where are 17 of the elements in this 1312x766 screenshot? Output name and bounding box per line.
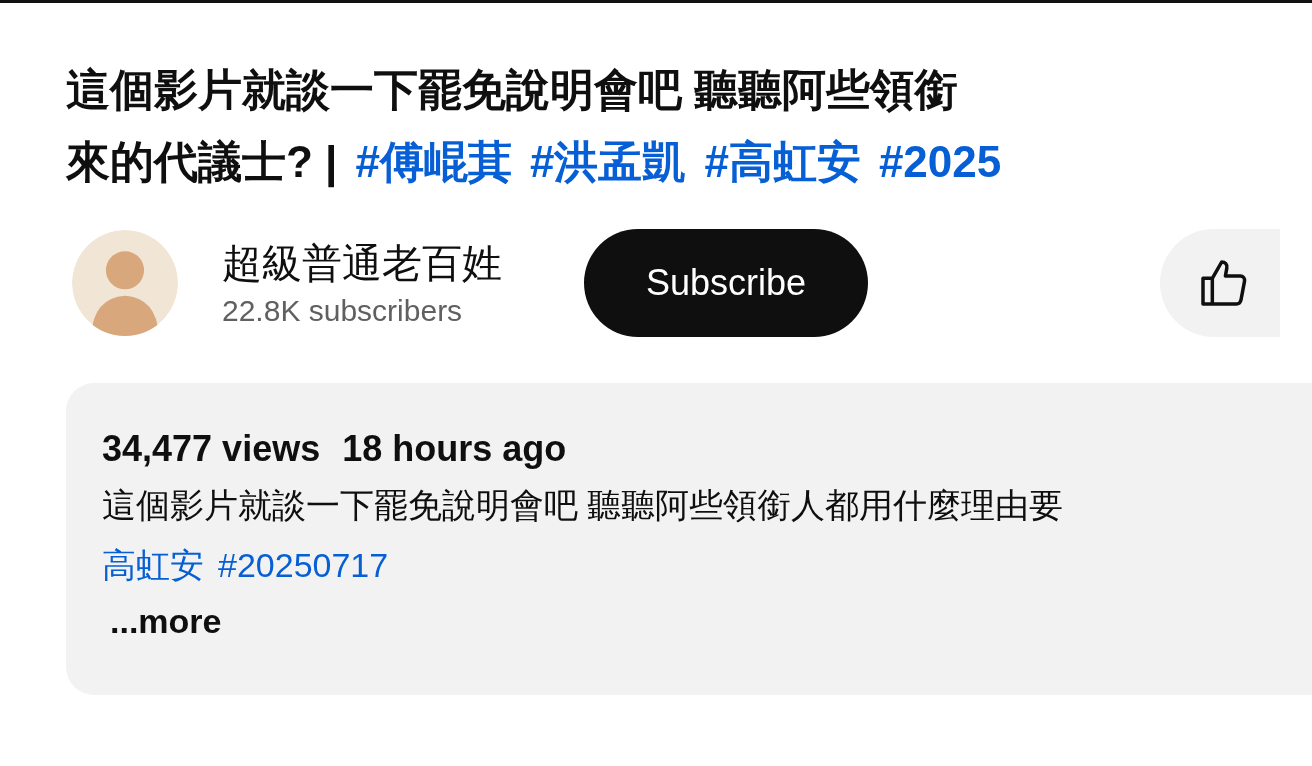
subscribe-button[interactable]: Subscribe — [584, 229, 868, 337]
hashtag-link[interactable]: #2025 — [878, 121, 1002, 203]
description-panel[interactable]: 34,477 views 18 hours ago 這個影片就談一下罷免說明會吧 聽聽阿些領銜人都用什麼理由要 高虹安 #20250717 ...more — [66, 383, 1312, 695]
hashtag-link[interactable]: #20250717 — [218, 535, 389, 595]
view-stat: 18 hours ago — [342, 427, 567, 471]
view-stat: 34,477 views — [102, 427, 321, 471]
hashtag-link[interactable]: #洪孟凱 — [529, 121, 687, 203]
hashtag-link[interactable]: #高虹安 — [704, 121, 861, 203]
hashtag-link[interactable]: #傅崐萁 — [355, 121, 512, 203]
like-button[interactable] — [1160, 229, 1280, 337]
hashtag-link[interactable]: 高虹安 — [102, 535, 204, 595]
video-title: 這個影片就談一下罷免說明會吧 聽聽阿些領銜 — [66, 64, 959, 116]
channel-name[interactable]: 超級普通老百姓 — [222, 235, 584, 291]
more-link[interactable]: ...more — [110, 595, 222, 647]
description-text: 這個影片就談一下罷免說明會吧 聽聽阿些領銜人都用什麼理由要 — [102, 485, 1065, 526]
video-title: 來的代議士? | — [66, 136, 338, 190]
subscriber-count: 22.8K subscribers — [222, 293, 464, 329]
